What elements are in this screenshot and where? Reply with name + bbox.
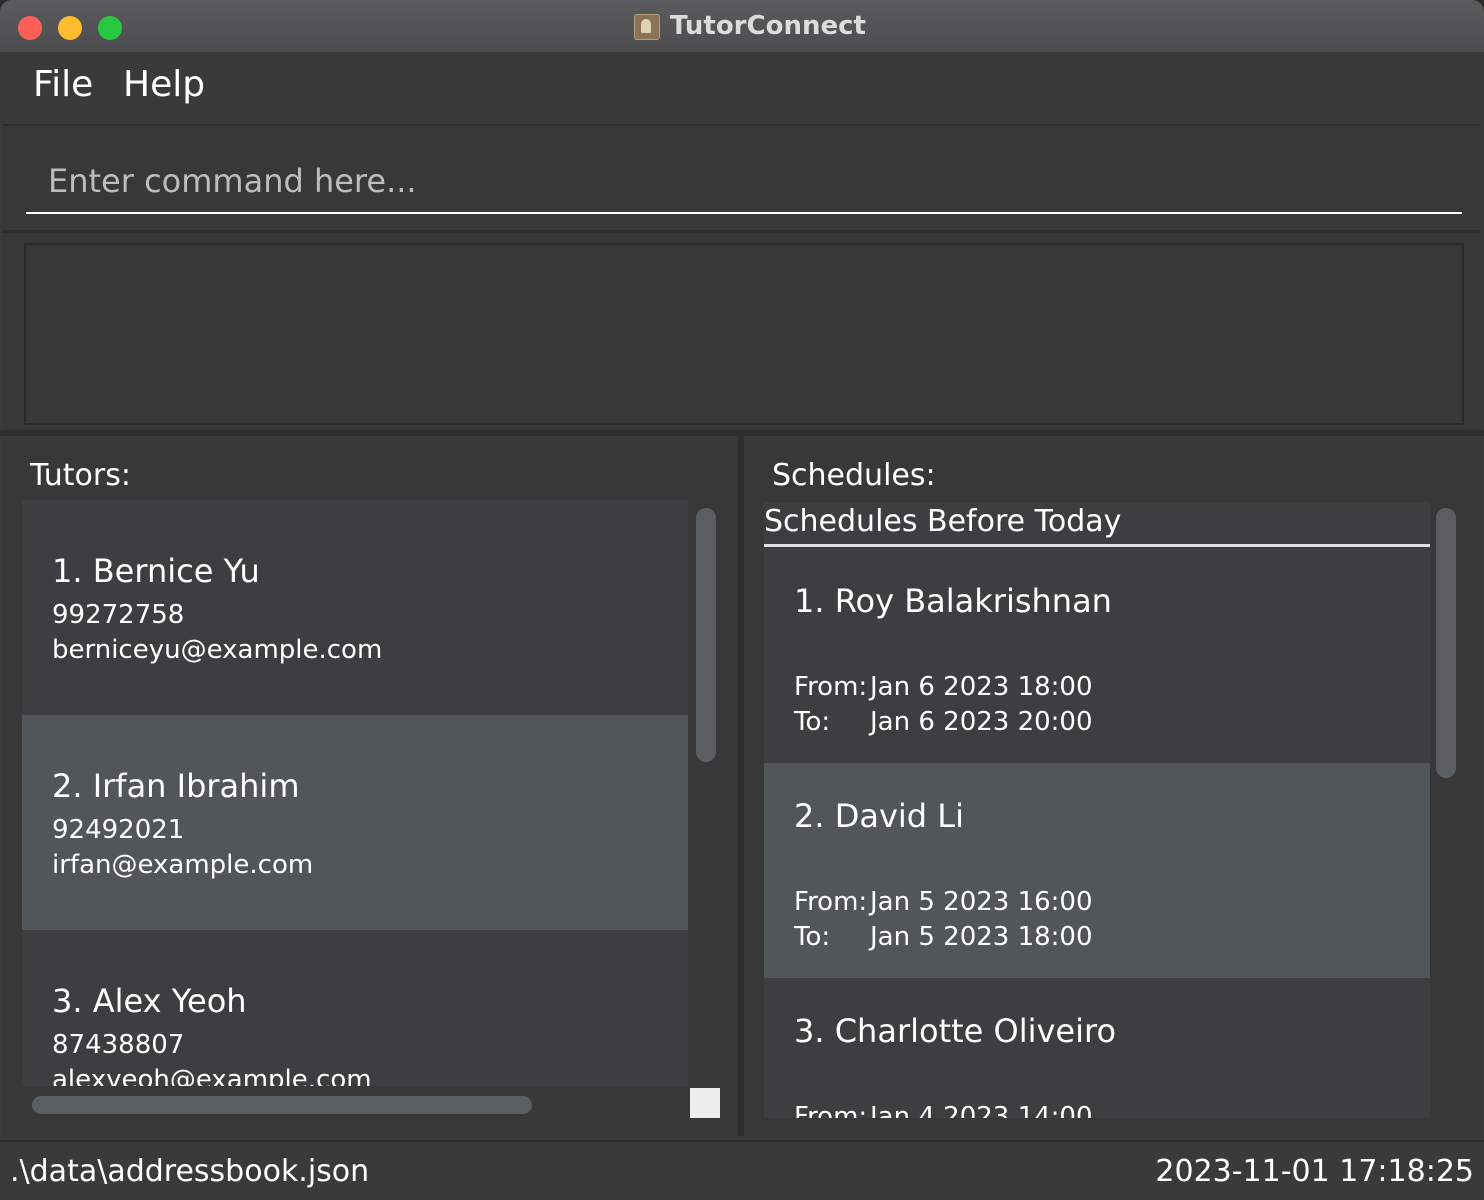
menu-bar: File Help	[0, 52, 1484, 122]
schedule-card[interactable]: 3. Charlotte Oliveiro From: Jan 4 2023 14…	[764, 978, 1430, 1118]
tutor-phone: 92492021	[52, 815, 185, 845]
command-input[interactable]	[26, 150, 1462, 214]
result-display	[24, 243, 1464, 425]
tutor-name: 2. Irfan Ibrahim	[52, 767, 300, 805]
schedule-vertical-scrollbar[interactable]	[1436, 508, 1456, 778]
status-bar: .\data\addressbook.json 2023-11-01 17:18…	[0, 1140, 1484, 1200]
schedule-list[interactable]: 1. Roy Balakrishnan From: Jan 6 2023 18:0…	[764, 548, 1430, 1118]
from-label: From:	[794, 887, 868, 917]
schedule-tutor-name: 3. Charlotte Oliveiro	[794, 1012, 1117, 1050]
from-label: From:	[794, 1102, 868, 1118]
result-panel	[2, 230, 1480, 433]
schedule-section-header: Schedules Before Today	[764, 502, 1430, 547]
menu-file[interactable]: File	[33, 64, 93, 105]
tutor-email: irfan@example.com	[52, 850, 314, 880]
to-label: To:	[794, 707, 831, 737]
schedule-from: From: Jan 6 2023 18:00	[794, 672, 1093, 702]
from-label: From:	[794, 672, 868, 702]
tutor-horizontal-scrollbar[interactable]	[32, 1096, 532, 1114]
tutor-card[interactable]: 1. Bernice Yu 99272758 berniceyu@example…	[22, 500, 688, 715]
schedule-tutor-name: 1. Roy Balakrishnan	[794, 582, 1112, 620]
from-value: Jan 5 2023 16:00	[870, 887, 1093, 917]
maximize-window-button[interactable]	[98, 16, 122, 40]
title-bar: TutorConnect	[0, 0, 1484, 53]
schedule-tutor-name: 2. David Li	[794, 797, 964, 835]
schedule-from: From: Jan 5 2023 16:00	[794, 887, 1093, 917]
schedule-from: From: Jan 4 2023 14:00	[794, 1102, 1093, 1118]
data-file-path: .\data\addressbook.json	[10, 1154, 370, 1189]
window-title: TutorConnect	[670, 11, 866, 41]
schedules-panel: Schedules: Schedules Before Today 1. Roy…	[744, 436, 1482, 1136]
tutors-panel: Tutors: 1. Bernice Yu 99272758 berniceyu…	[2, 436, 738, 1136]
scroll-corner	[690, 1088, 720, 1118]
tutor-name: 1. Bernice Yu	[52, 552, 260, 590]
from-value: Jan 6 2023 18:00	[870, 672, 1093, 702]
tutor-name: 3. Alex Yeoh	[52, 982, 247, 1020]
tutor-phone: 99272758	[52, 600, 185, 630]
to-label: To:	[794, 922, 831, 952]
menu-help[interactable]: Help	[123, 64, 205, 105]
schedule-to: To: Jan 6 2023 20:00	[794, 707, 1093, 737]
tutor-phone: 87438807	[52, 1030, 185, 1060]
to-value: Jan 6 2023 20:00	[870, 707, 1093, 737]
status-timestamp: 2023-11-01 17:18:25	[1155, 1154, 1474, 1189]
tutor-card[interactable]: 2. Irfan Ibrahim 92492021 irfan@example.…	[22, 715, 688, 930]
tutor-email: berniceyu@example.com	[52, 635, 383, 665]
tutor-card[interactable]: 3. Alex Yeoh 87438807 alexyeoh@example.c…	[22, 930, 688, 1086]
schedule-section-label: Schedules Before Today	[764, 504, 1122, 539]
app-window: TutorConnect File Help Tutors: 1. Bernic…	[0, 0, 1484, 1200]
schedule-card[interactable]: 2. David Li From: Jan 5 2023 16:00 To: Jan…	[764, 763, 1430, 978]
tutor-list[interactable]: 1. Bernice Yu 99272758 berniceyu@example…	[22, 500, 688, 1086]
minimize-window-button[interactable]	[58, 16, 82, 40]
command-panel	[2, 124, 1480, 228]
to-value: Jan 5 2023 18:00	[870, 922, 1093, 952]
schedules-title: Schedules:	[772, 458, 936, 493]
app-icon	[634, 14, 660, 40]
tutor-vertical-scrollbar[interactable]	[696, 508, 716, 762]
tutor-email: alexyeoh@example.com	[52, 1065, 372, 1086]
schedule-card[interactable]: 1. Roy Balakrishnan From: Jan 6 2023 18:0…	[764, 548, 1430, 763]
close-window-button[interactable]	[18, 16, 42, 40]
tutors-title: Tutors:	[30, 458, 131, 493]
from-value: Jan 4 2023 14:00	[870, 1102, 1093, 1118]
schedule-to: To: Jan 5 2023 18:00	[794, 922, 1093, 952]
